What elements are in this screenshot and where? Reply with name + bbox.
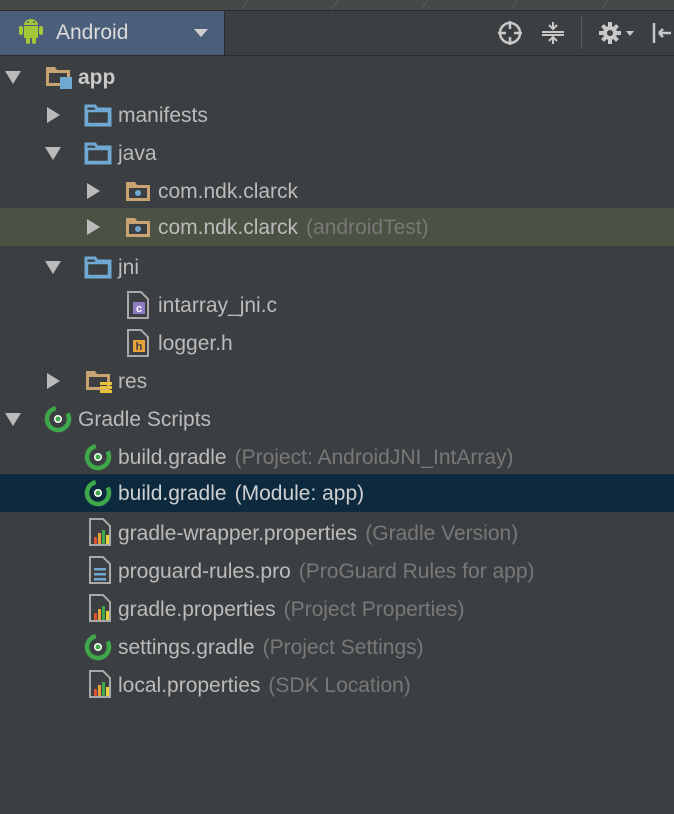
project-toolbar: Android [0,11,674,56]
tree-label-name: local.properties [118,674,261,697]
tree-node-gradle-properties[interactable]: gradle.properties (Project Properties) [0,590,674,628]
gradle-icon [44,405,72,431]
collapse-arrow-icon[interactable] [87,219,100,235]
svg-text:c: c [136,303,142,315]
folder-icon [84,140,112,166]
expand-arrow-icon[interactable] [5,413,21,426]
folder-icon [84,254,112,280]
chevron-down-icon [194,29,208,37]
tree-label-hint: (androidTest) [306,216,429,239]
tree-node-gradle-wrapper[interactable]: gradle-wrapper.properties (Gradle Version… [0,514,674,552]
tree-label: java [118,142,157,165]
collapse-arrow-icon[interactable] [87,183,100,199]
tree-label: proguard-rules.pro (ProGuard Rules for ap… [118,560,535,584]
tree-label: gradle-wrapper.properties (Gradle Version… [118,522,518,546]
expand-arrow-icon[interactable] [45,261,61,274]
tree-label-name: gradle-wrapper.properties [118,522,358,545]
gear-icon[interactable] [596,17,640,49]
tree-node-build-gradle-module[interactable]: build.gradle (Module: app) [0,474,674,512]
text-file-icon [88,556,116,582]
tree-label-hint: (Project Properties) [283,598,465,621]
tree-label-name: settings.gradle [118,636,255,659]
tree-label: logger.h [158,332,233,355]
resource-folder-icon [84,368,112,394]
tree-node-local-properties[interactable]: local.properties (SDK Location) [0,666,674,704]
collapse-arrow-icon[interactable] [47,373,60,389]
tree-label: com.ndk.clarck [158,180,299,203]
tree-node-manifests[interactable]: manifests [0,96,674,134]
tree-label-name: build.gradle [118,446,227,469]
tree-label-name: com.ndk.clarck [158,216,299,239]
tree-node-gradle-scripts[interactable]: Gradle Scripts [0,400,674,438]
tree-label: local.properties (SDK Location) [118,674,411,698]
hide-panel-icon[interactable] [648,17,674,49]
tree-label: com.ndk.clarck (androidTest) [158,216,429,240]
android-icon [18,17,44,50]
expand-arrow-icon[interactable] [5,71,21,84]
tree-label: Gradle Scripts [78,408,212,431]
toolbar-divider [581,17,582,49]
tree-label-hint: (Module: app) [234,482,365,505]
tree-label-name: proguard-rules.pro [118,560,291,583]
tree-node-package[interactable]: com.ndk.clarck [0,172,674,210]
tree-label: intarray_jni.c [158,294,278,317]
folder-icon [84,102,112,128]
gradle-icon [84,443,112,469]
tree-label: build.gradle (Project: AndroidJNI_IntArra… [118,446,514,470]
tree-label-name: build.gradle [118,482,227,505]
view-selector-label: Android [56,21,129,44]
tree-node-java[interactable]: java [0,134,674,172]
tree-label: jni [118,256,140,279]
tree-label-hint: (Project Settings) [262,636,424,659]
expand-arrow-icon[interactable] [45,147,61,160]
tree-label: manifests [118,104,208,127]
tree-node-build-gradle-project[interactable]: build.gradle (Project: AndroidJNI_IntArra… [0,438,674,476]
tree-label-hint: (ProGuard Rules for app) [298,560,535,583]
tree-node-settings-gradle[interactable]: settings.gradle (Project Settings) [0,628,674,666]
h-file-icon: h [126,328,154,357]
gradle-icon [84,479,112,505]
view-selector-dropdown[interactable]: Android [0,11,225,55]
tree-label-hint: (SDK Location) [268,674,411,697]
collapse-arrow-icon[interactable] [47,107,60,123]
module-folder-icon [44,64,72,90]
tree-node-h-file[interactable]: h logger.h [0,324,674,362]
target-icon[interactable] [494,17,526,49]
tree-node-res[interactable]: res [0,362,674,400]
tree-node-c-file[interactable]: c intarray_jni.c [0,286,674,324]
properties-file-icon [88,518,116,544]
tree-label-hint: (Gradle Version) [365,522,519,545]
tree-node-proguard[interactable]: proguard-rules.pro (ProGuard Rules for ap… [0,552,674,590]
tree-label-hint: (Project: AndroidJNI_IntArray) [234,446,514,469]
tree-label: gradle.properties (Project Properties) [118,598,464,622]
tree-node-app[interactable]: app [0,58,674,96]
window-top-strip [0,0,674,11]
package-icon [124,178,152,204]
tree-label-name: gradle.properties [118,598,276,621]
tree-label: settings.gradle (Project Settings) [118,636,424,660]
svg-text:h: h [136,341,143,353]
properties-file-icon [88,670,116,696]
collapse-icon[interactable] [537,17,569,49]
gradle-icon [84,633,112,659]
tree-label: build.gradle (Module: app) [118,482,364,506]
tree-label: app [78,66,116,89]
c-file-icon: c [126,290,154,319]
tree-label: res [118,370,148,393]
package-icon [124,214,152,240]
tree-node-package-androidtest[interactable]: com.ndk.clarck (androidTest) [0,208,674,246]
properties-file-icon [88,594,116,620]
tree-node-jni[interactable]: jni [0,248,674,286]
